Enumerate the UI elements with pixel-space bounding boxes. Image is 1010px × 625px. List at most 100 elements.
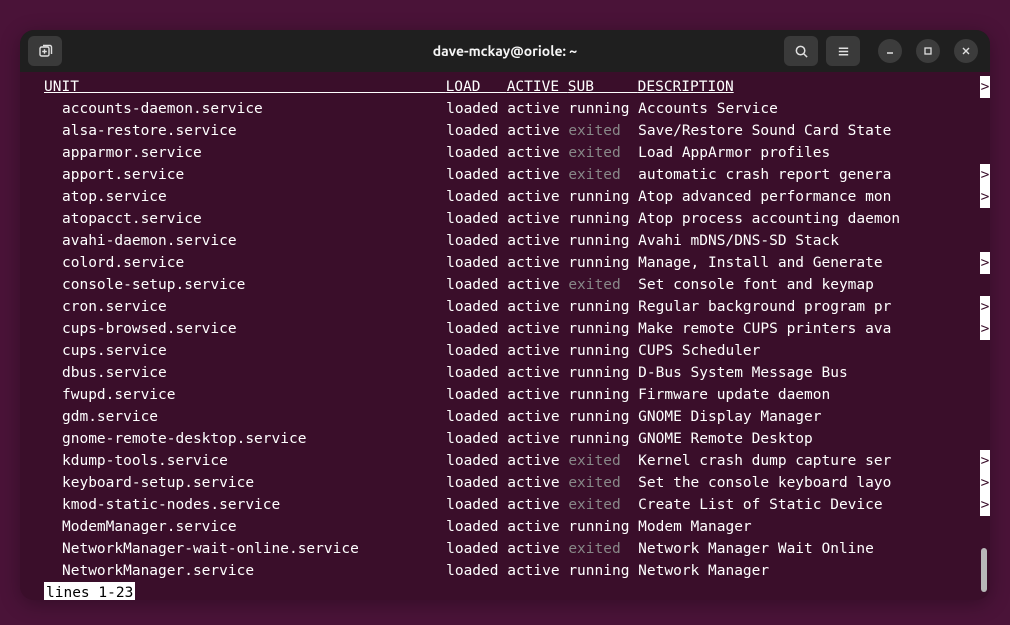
load-state: loaded — [446, 233, 507, 249]
overflow-marker: > — [980, 450, 990, 472]
service-row: atop.service loaded active running Atop … — [20, 186, 990, 208]
service-row: kdump-tools.service loaded active exited… — [20, 450, 990, 472]
load-state: loaded — [446, 519, 507, 535]
description: Firmware update daemon — [638, 387, 830, 403]
sub-state: exited — [568, 167, 638, 183]
active-state: active — [507, 321, 568, 337]
service-list: accounts-daemon.service loaded active ru… — [20, 98, 990, 582]
service-row: fwupd.service loaded active running Firm… — [20, 384, 990, 406]
terminal-output: UNIT LOAD ACTIVE SUB DESCRIPTION> accoun… — [20, 76, 990, 600]
search-icon — [794, 44, 809, 59]
description: GNOME Display Manager — [638, 409, 821, 425]
description: Atop process accounting daemon — [638, 211, 900, 227]
sub-state: running — [568, 519, 638, 535]
active-state: active — [507, 453, 568, 469]
description: Atop advanced performance mon — [638, 189, 891, 205]
scrollbar-thumb[interactable] — [981, 548, 987, 592]
sub-state: exited — [568, 453, 638, 469]
sub-state: running — [568, 387, 638, 403]
unit-name: accounts-daemon.service — [62, 101, 446, 117]
load-state: loaded — [446, 211, 507, 227]
sub-state: running — [568, 431, 638, 447]
minimize-button[interactable] — [878, 39, 902, 63]
unit-name: dbus.service — [62, 365, 446, 381]
header-load: LOAD — [446, 79, 507, 95]
overflow-marker: > — [980, 164, 990, 186]
terminal-window: dave-mckay@oriole: ~ — [20, 30, 990, 600]
unit-name: cups-browsed.service — [62, 321, 446, 337]
titlebar-right — [784, 36, 982, 66]
load-state: loaded — [446, 409, 507, 425]
active-state: active — [507, 145, 568, 161]
active-state: active — [507, 497, 568, 513]
search-button[interactable] — [784, 36, 818, 66]
sub-state: exited — [568, 541, 638, 557]
terminal-body[interactable]: UNIT LOAD ACTIVE SUB DESCRIPTION> accoun… — [20, 72, 990, 600]
active-state: active — [507, 255, 568, 271]
load-state: loaded — [446, 101, 507, 117]
maximize-button[interactable] — [916, 39, 940, 63]
hamburger-icon — [836, 44, 851, 59]
unit-name: apport.service — [62, 167, 446, 183]
load-state: loaded — [446, 387, 507, 403]
description: Save/Restore Sound Card State — [638, 123, 891, 139]
header-description: DESCRIPTION — [638, 79, 734, 95]
description: Network Manager — [638, 563, 769, 579]
sub-state: exited — [568, 497, 638, 513]
overflow-marker: > — [980, 186, 990, 208]
service-row: atopacct.service loaded active running A… — [20, 208, 990, 230]
new-tab-icon — [37, 43, 53, 59]
close-button[interactable] — [954, 39, 978, 63]
active-state: active — [507, 167, 568, 183]
load-state: loaded — [446, 475, 507, 491]
service-row: avahi-daemon.service loaded active runni… — [20, 230, 990, 252]
active-state: active — [507, 189, 568, 205]
description: Network Manager Wait Online — [638, 541, 874, 557]
service-row: ModemManager.service loaded active runni… — [20, 516, 990, 538]
service-row: dbus.service loaded active running D-Bus… — [20, 362, 990, 384]
load-state: loaded — [446, 145, 507, 161]
overflow-marker: > — [980, 318, 990, 340]
service-row: gdm.service loaded active running GNOME … — [20, 406, 990, 428]
description: Create List of Static Device — [638, 497, 891, 513]
service-row: console-setup.service loaded active exit… — [20, 274, 990, 296]
description: Avahi mDNS/DNS-SD Stack — [638, 233, 839, 249]
description: D-Bus System Message Bus — [638, 365, 848, 381]
load-state: loaded — [446, 299, 507, 315]
service-row: NetworkManager-wait-online.service loade… — [20, 538, 990, 560]
load-state: loaded — [446, 497, 507, 513]
new-tab-button[interactable] — [28, 36, 62, 66]
window-title: dave-mckay@oriole: ~ — [433, 43, 577, 59]
service-row: alsa-restore.service loaded active exite… — [20, 120, 990, 142]
unit-name: fwupd.service — [62, 387, 446, 403]
overflow-marker: > — [980, 296, 990, 318]
unit-name: console-setup.service — [62, 277, 446, 293]
overflow-marker: > — [980, 494, 990, 516]
active-state: active — [507, 387, 568, 403]
service-row: cups-browsed.service loaded active runni… — [20, 318, 990, 340]
close-icon — [961, 46, 971, 56]
active-state: active — [507, 365, 568, 381]
load-state: loaded — [446, 321, 507, 337]
description: Kernel crash dump capture ser — [638, 453, 891, 469]
menu-button[interactable] — [826, 36, 860, 66]
sub-state: running — [568, 409, 638, 425]
load-state: loaded — [446, 189, 507, 205]
description: Load AppArmor profiles — [638, 145, 830, 161]
load-state: loaded — [446, 541, 507, 557]
description: Set the console keyboard layo — [638, 475, 891, 491]
service-row: colord.service loaded active running Man… — [20, 252, 990, 274]
unit-name: gdm.service — [62, 409, 446, 425]
service-row: apport.service loaded active exited auto… — [20, 164, 990, 186]
unit-name: ModemManager.service — [62, 519, 446, 535]
sub-state: exited — [568, 123, 638, 139]
service-row: gnome-remote-desktop.service loaded acti… — [20, 428, 990, 450]
sub-state: running — [568, 365, 638, 381]
description: Set console font and keymap — [638, 277, 874, 293]
overflow-marker: > — [980, 252, 990, 274]
description: CUPS Scheduler — [638, 343, 760, 359]
sub-state: running — [568, 189, 638, 205]
load-state: loaded — [446, 453, 507, 469]
pager-status: lines 1-23 — [44, 582, 135, 600]
unit-name: cups.service — [62, 343, 446, 359]
